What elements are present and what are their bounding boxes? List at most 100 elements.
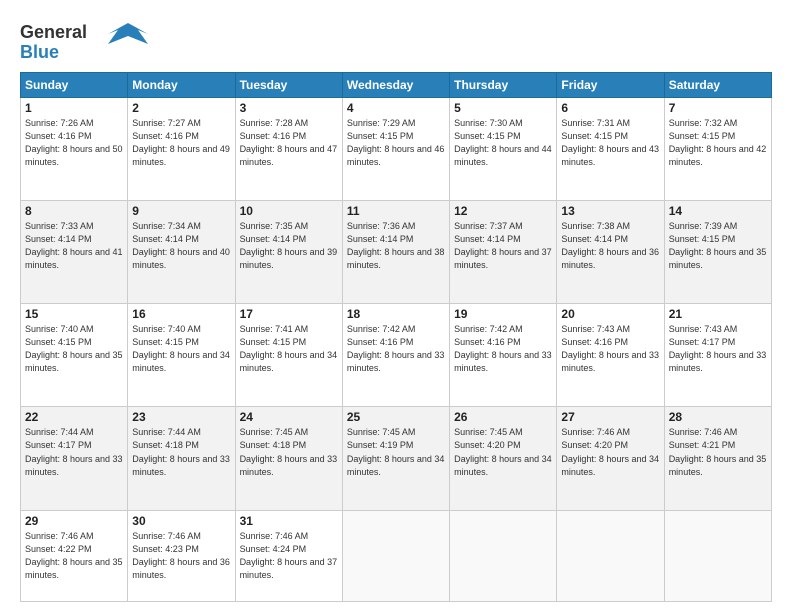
logo: General Blue [20,18,150,60]
day-info: Sunrise: 7:43 AMSunset: 4:16 PMDaylight:… [561,324,659,373]
day-info: Sunrise: 7:46 AMSunset: 4:21 PMDaylight:… [669,427,767,476]
day-number: 16 [132,307,230,321]
calendar-cell: 22 Sunrise: 7:44 AMSunset: 4:17 PMDaylig… [21,407,128,510]
calendar-cell: 14 Sunrise: 7:39 AMSunset: 4:15 PMDaylig… [664,201,771,304]
calendar-cell: 9 Sunrise: 7:34 AMSunset: 4:14 PMDayligh… [128,201,235,304]
day-number: 13 [561,204,659,218]
week-row-5: 29 Sunrise: 7:46 AMSunset: 4:22 PMDaylig… [21,510,772,601]
calendar-cell: 16 Sunrise: 7:40 AMSunset: 4:15 PMDaylig… [128,304,235,407]
calendar-cell: 18 Sunrise: 7:42 AMSunset: 4:16 PMDaylig… [342,304,449,407]
weekday-header-thursday: Thursday [450,73,557,98]
calendar-cell: 23 Sunrise: 7:44 AMSunset: 4:18 PMDaylig… [128,407,235,510]
day-info: Sunrise: 7:37 AMSunset: 4:14 PMDaylight:… [454,221,552,270]
day-info: Sunrise: 7:35 AMSunset: 4:14 PMDaylight:… [240,221,338,270]
weekday-header-friday: Friday [557,73,664,98]
weekday-header-row: SundayMondayTuesdayWednesdayThursdayFrid… [21,73,772,98]
day-number: 4 [347,101,445,115]
week-row-2: 8 Sunrise: 7:33 AMSunset: 4:14 PMDayligh… [21,201,772,304]
calendar-cell: 26 Sunrise: 7:45 AMSunset: 4:20 PMDaylig… [450,407,557,510]
day-number: 24 [240,410,338,424]
logo-wordmark: General Blue [20,18,150,60]
calendar-cell: 12 Sunrise: 7:37 AMSunset: 4:14 PMDaylig… [450,201,557,304]
day-info: Sunrise: 7:46 AMSunset: 4:22 PMDaylight:… [25,531,123,580]
day-number: 19 [454,307,552,321]
day-number: 11 [347,204,445,218]
day-number: 3 [240,101,338,115]
svg-text:General: General [20,22,87,42]
calendar-cell: 27 Sunrise: 7:46 AMSunset: 4:20 PMDaylig… [557,407,664,510]
day-info: Sunrise: 7:46 AMSunset: 4:24 PMDaylight:… [240,531,338,580]
day-number: 20 [561,307,659,321]
day-info: Sunrise: 7:33 AMSunset: 4:14 PMDaylight:… [25,221,123,270]
day-number: 30 [132,514,230,528]
day-info: Sunrise: 7:27 AMSunset: 4:16 PMDaylight:… [132,118,230,167]
calendar-cell: 13 Sunrise: 7:38 AMSunset: 4:14 PMDaylig… [557,201,664,304]
weekday-header-monday: Monday [128,73,235,98]
day-info: Sunrise: 7:45 AMSunset: 4:19 PMDaylight:… [347,427,445,476]
calendar-cell: 6 Sunrise: 7:31 AMSunset: 4:15 PMDayligh… [557,98,664,201]
calendar-cell [450,510,557,601]
day-number: 12 [454,204,552,218]
calendar-cell: 8 Sunrise: 7:33 AMSunset: 4:14 PMDayligh… [21,201,128,304]
day-number: 25 [347,410,445,424]
day-number: 1 [25,101,123,115]
day-info: Sunrise: 7:29 AMSunset: 4:15 PMDaylight:… [347,118,445,167]
calendar-cell: 19 Sunrise: 7:42 AMSunset: 4:16 PMDaylig… [450,304,557,407]
day-info: Sunrise: 7:40 AMSunset: 4:15 PMDaylight:… [132,324,230,373]
day-info: Sunrise: 7:43 AMSunset: 4:17 PMDaylight:… [669,324,767,373]
day-info: Sunrise: 7:46 AMSunset: 4:23 PMDaylight:… [132,531,230,580]
svg-text:Blue: Blue [20,42,59,60]
week-row-3: 15 Sunrise: 7:40 AMSunset: 4:15 PMDaylig… [21,304,772,407]
calendar-cell [557,510,664,601]
day-number: 23 [132,410,230,424]
day-number: 14 [669,204,767,218]
day-info: Sunrise: 7:45 AMSunset: 4:20 PMDaylight:… [454,427,552,476]
calendar-cell: 24 Sunrise: 7:45 AMSunset: 4:18 PMDaylig… [235,407,342,510]
day-info: Sunrise: 7:45 AMSunset: 4:18 PMDaylight:… [240,427,338,476]
calendar-cell: 28 Sunrise: 7:46 AMSunset: 4:21 PMDaylig… [664,407,771,510]
calendar-cell: 1 Sunrise: 7:26 AMSunset: 4:16 PMDayligh… [21,98,128,201]
header: General Blue [20,18,772,60]
day-info: Sunrise: 7:30 AMSunset: 4:15 PMDaylight:… [454,118,552,167]
day-number: 8 [25,204,123,218]
day-number: 28 [669,410,767,424]
day-info: Sunrise: 7:31 AMSunset: 4:15 PMDaylight:… [561,118,659,167]
weekday-header-sunday: Sunday [21,73,128,98]
day-info: Sunrise: 7:34 AMSunset: 4:14 PMDaylight:… [132,221,230,270]
day-info: Sunrise: 7:41 AMSunset: 4:15 PMDaylight:… [240,324,338,373]
day-info: Sunrise: 7:38 AMSunset: 4:14 PMDaylight:… [561,221,659,270]
calendar-cell: 29 Sunrise: 7:46 AMSunset: 4:22 PMDaylig… [21,510,128,601]
day-number: 21 [669,307,767,321]
day-number: 10 [240,204,338,218]
logo-svg: General Blue [20,18,150,60]
day-number: 29 [25,514,123,528]
day-number: 18 [347,307,445,321]
calendar-cell [342,510,449,601]
day-info: Sunrise: 7:46 AMSunset: 4:20 PMDaylight:… [561,427,659,476]
calendar-cell: 3 Sunrise: 7:28 AMSunset: 4:16 PMDayligh… [235,98,342,201]
calendar-cell: 5 Sunrise: 7:30 AMSunset: 4:15 PMDayligh… [450,98,557,201]
calendar-cell: 10 Sunrise: 7:35 AMSunset: 4:14 PMDaylig… [235,201,342,304]
weekday-header-wednesday: Wednesday [342,73,449,98]
day-info: Sunrise: 7:40 AMSunset: 4:15 PMDaylight:… [25,324,123,373]
day-number: 7 [669,101,767,115]
day-info: Sunrise: 7:26 AMSunset: 4:16 PMDaylight:… [25,118,123,167]
calendar-cell: 7 Sunrise: 7:32 AMSunset: 4:15 PMDayligh… [664,98,771,201]
day-number: 15 [25,307,123,321]
calendar-cell: 20 Sunrise: 7:43 AMSunset: 4:16 PMDaylig… [557,304,664,407]
calendar-cell: 30 Sunrise: 7:46 AMSunset: 4:23 PMDaylig… [128,510,235,601]
page: General Blue SundayMondayTuesdayWednesda… [0,0,792,612]
day-number: 2 [132,101,230,115]
calendar-cell: 2 Sunrise: 7:27 AMSunset: 4:16 PMDayligh… [128,98,235,201]
day-info: Sunrise: 7:39 AMSunset: 4:15 PMDaylight:… [669,221,767,270]
day-info: Sunrise: 7:28 AMSunset: 4:16 PMDaylight:… [240,118,338,167]
calendar-cell [664,510,771,601]
calendar-cell: 11 Sunrise: 7:36 AMSunset: 4:14 PMDaylig… [342,201,449,304]
day-info: Sunrise: 7:44 AMSunset: 4:18 PMDaylight:… [132,427,230,476]
week-row-4: 22 Sunrise: 7:44 AMSunset: 4:17 PMDaylig… [21,407,772,510]
week-row-1: 1 Sunrise: 7:26 AMSunset: 4:16 PMDayligh… [21,98,772,201]
calendar-cell: 25 Sunrise: 7:45 AMSunset: 4:19 PMDaylig… [342,407,449,510]
calendar-cell: 21 Sunrise: 7:43 AMSunset: 4:17 PMDaylig… [664,304,771,407]
weekday-header-tuesday: Tuesday [235,73,342,98]
day-info: Sunrise: 7:42 AMSunset: 4:16 PMDaylight:… [454,324,552,373]
